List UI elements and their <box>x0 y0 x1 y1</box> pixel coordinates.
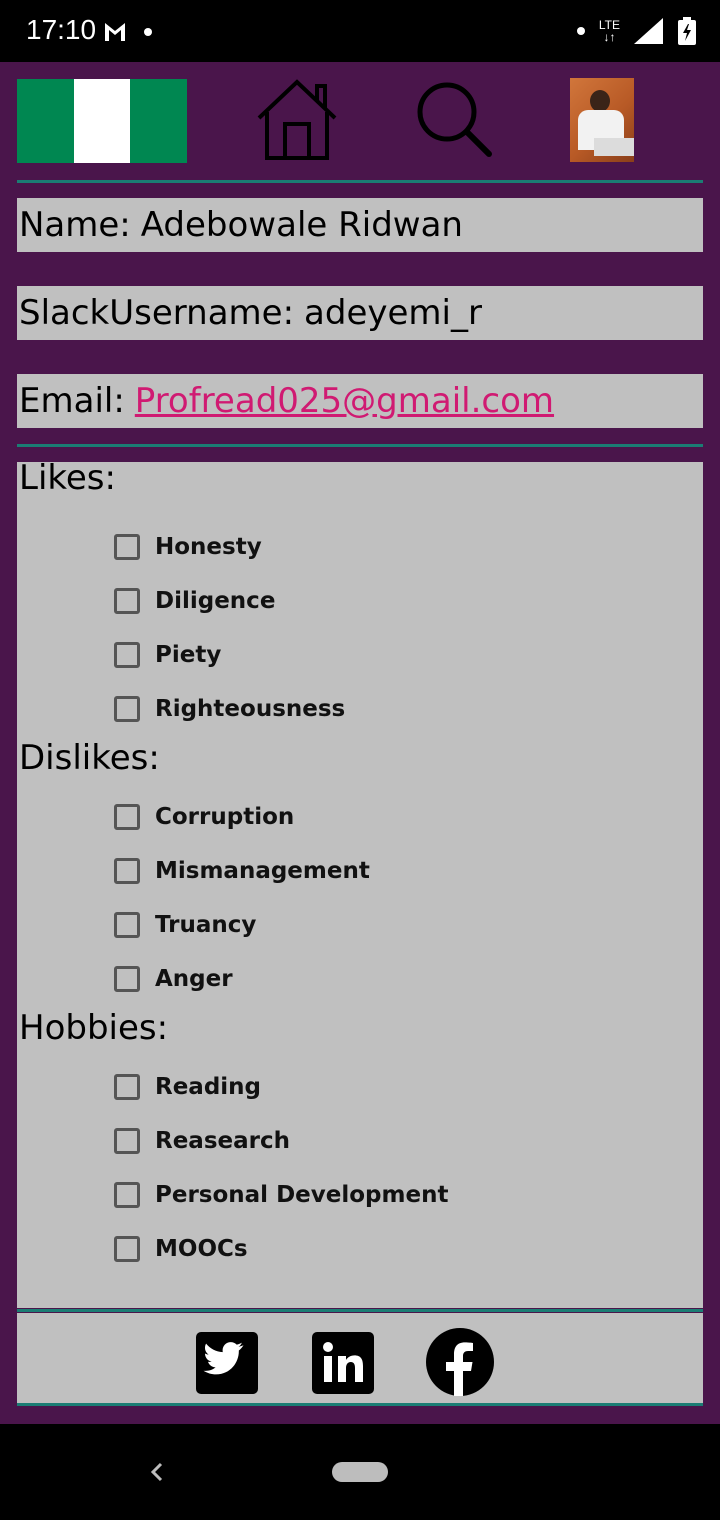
dislikes-item[interactable]: Mismanagement <box>114 853 370 889</box>
battery-icon <box>678 17 696 45</box>
home-pill-button[interactable] <box>332 1462 388 1482</box>
divider <box>17 444 703 447</box>
status-system-icons: LTE ↓↑ <box>576 14 696 48</box>
checkbox[interactable] <box>114 1236 140 1262</box>
dislikes-item[interactable]: Corruption <box>114 799 294 835</box>
signal-icon <box>634 18 663 44</box>
checkbox[interactable] <box>114 804 140 830</box>
home-icon[interactable] <box>255 78 339 162</box>
preferences-panel: Likes: Honesty Diligence Piety Righteous… <box>17 458 703 1308</box>
likes-item[interactable]: Righteousness <box>114 691 345 727</box>
status-time: 17:10 <box>26 14 97 45</box>
dislikes-item[interactable]: Anger <box>114 961 233 997</box>
gmail-icon <box>105 23 125 41</box>
flag-stripe-green-right <box>130 79 188 163</box>
slack-value: adeyemi_r <box>304 293 482 333</box>
email-label: Email: <box>19 381 125 421</box>
flag-stripe-green-left <box>17 79 74 163</box>
checkbox-label: Reading <box>155 1074 262 1100</box>
checkbox-label: Righteousness <box>155 696 346 722</box>
checkbox-label: Anger <box>155 966 233 992</box>
lte-indicator: LTE ↓↑ <box>599 19 620 43</box>
name-row: Name: Adebowale Ridwan <box>17 198 703 252</box>
checkbox[interactable] <box>114 912 140 938</box>
checkbox-label: Truancy <box>155 912 257 938</box>
linkedin-icon[interactable] <box>311 1331 375 1395</box>
dislikes-item[interactable]: Truancy <box>114 907 256 943</box>
email-link[interactable]: Profread025@gmail.com <box>135 381 554 421</box>
checkbox[interactable] <box>114 1182 140 1208</box>
hobbies-title: Hobbies: <box>19 1008 169 1048</box>
email-row: Email: Profread025@gmail.com <box>17 374 703 428</box>
checkbox[interactable] <box>114 858 140 884</box>
checkbox[interactable] <box>114 588 140 614</box>
checkbox-label: Diligence <box>155 588 276 614</box>
header <box>17 78 703 166</box>
flag-stripe-white <box>73 79 131 163</box>
status-bar: 17:10 LTE ↓↑ <box>0 0 720 62</box>
checkbox-label: Mismanagement <box>155 858 370 884</box>
hobbies-item[interactable]: Personal Development <box>114 1177 448 1213</box>
checkbox-label: MOOCs <box>155 1236 248 1262</box>
twitter-icon[interactable] <box>195 1331 259 1395</box>
checkbox-label: Personal Development <box>155 1182 449 1208</box>
app-screen: Name: Adebowale Ridwan SlackUsername: ad… <box>0 62 720 1424</box>
name-label: Name: <box>19 205 131 245</box>
hobbies-item[interactable]: Reading <box>114 1069 261 1105</box>
likes-item[interactable]: Honesty <box>114 529 262 565</box>
divider <box>17 1403 703 1406</box>
checkbox[interactable] <box>114 642 140 668</box>
data-arrows-icon: ↓↑ <box>603 30 616 44</box>
checkbox-label: Reasearch <box>155 1128 290 1154</box>
divider <box>17 1309 703 1312</box>
likes-title: Likes: <box>19 458 116 498</box>
status-dot-icon <box>576 27 585 35</box>
status-notification-icons <box>104 18 152 46</box>
slack-label: SlackUsername: <box>19 293 295 333</box>
checkbox[interactable] <box>114 534 140 560</box>
hobbies-item[interactable]: MOOCs <box>114 1231 248 1267</box>
search-icon[interactable] <box>413 80 493 160</box>
checkbox-label: Piety <box>155 642 222 668</box>
likes-item[interactable]: Diligence <box>114 583 275 619</box>
notification-dot-icon <box>144 28 152 36</box>
checkbox[interactable] <box>114 1074 140 1100</box>
navigation-bar <box>0 1424 720 1520</box>
checkbox-label: Corruption <box>155 804 295 830</box>
checkbox-label: Honesty <box>155 534 262 560</box>
facebook-icon[interactable] <box>425 1327 495 1397</box>
avatar[interactable] <box>570 78 634 162</box>
dislikes-title: Dislikes: <box>19 738 160 778</box>
back-icon[interactable] <box>142 1452 170 1492</box>
slack-row: SlackUsername: adeyemi_r <box>17 286 703 340</box>
name-value: Adebowale Ridwan <box>140 205 463 245</box>
checkbox[interactable] <box>114 696 140 722</box>
likes-item[interactable]: Piety <box>114 637 221 673</box>
checkbox[interactable] <box>114 1128 140 1154</box>
social-footer <box>17 1313 703 1403</box>
divider <box>17 180 703 183</box>
nigeria-flag <box>17 79 188 163</box>
checkbox[interactable] <box>114 966 140 992</box>
hobbies-item[interactable]: Reasearch <box>114 1123 290 1159</box>
